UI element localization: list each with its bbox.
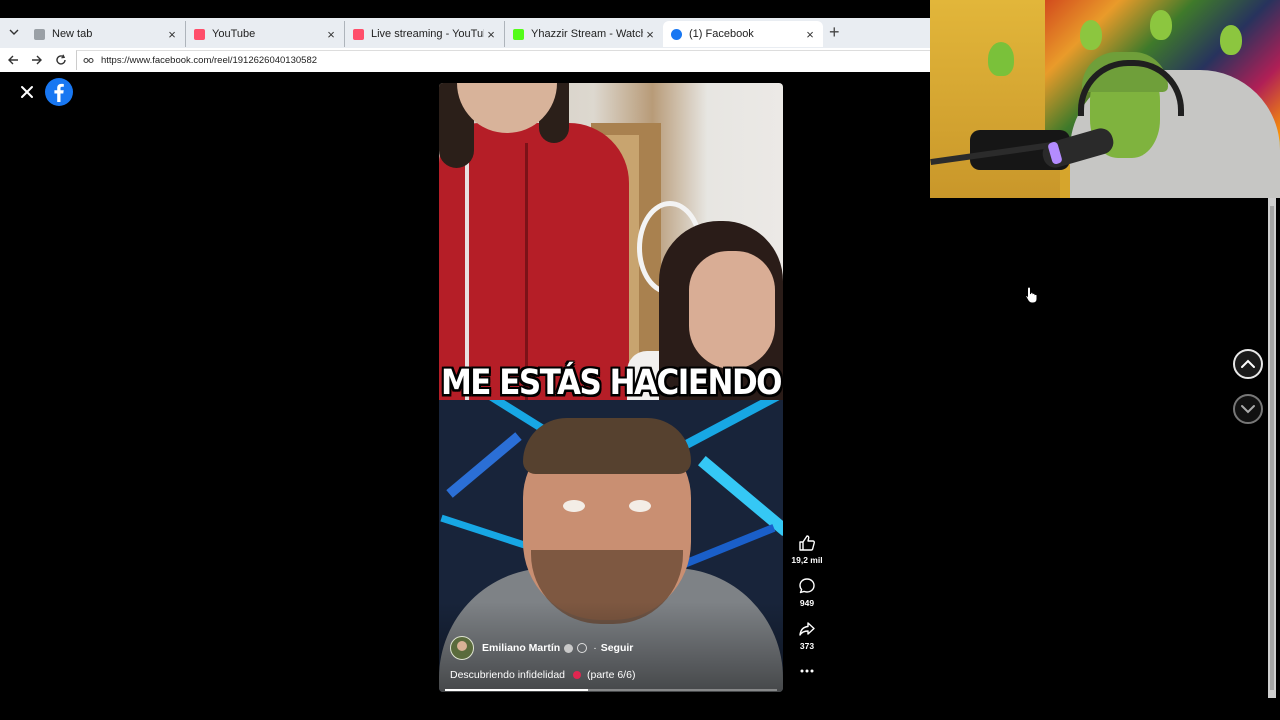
follow-button[interactable]: Seguir xyxy=(601,642,634,654)
browser-tab-strip: New tab × YouTube × Live streaming - You… xyxy=(0,18,930,48)
facebook-favicon-icon xyxy=(671,28,682,40)
hand-cursor-icon xyxy=(1025,286,1039,309)
part-label: (parte 6/6) xyxy=(587,669,636,681)
progress-fill xyxy=(445,689,588,691)
forward-icon[interactable] xyxy=(28,51,46,69)
kick-favicon-icon xyxy=(513,28,524,40)
tab-youtube-studio[interactable]: Live streaming - YouTube Studio × xyxy=(345,21,505,47)
heart-icon xyxy=(573,671,581,679)
chevron-up-icon xyxy=(1241,359,1255,368)
close-tab-icon[interactable]: × xyxy=(803,27,817,42)
share-icon xyxy=(799,622,815,636)
browser-toolbar: https://www.facebook.com/reel/1912626040… xyxy=(0,48,930,72)
tab-facebook[interactable]: (1) Facebook × xyxy=(663,21,823,47)
facebook-logo-icon[interactable] xyxy=(45,78,73,106)
like-count: 19,2 mil xyxy=(791,555,823,565)
close-tab-icon[interactable]: × xyxy=(324,27,338,42)
share-button[interactable]: 373 xyxy=(790,620,824,651)
close-tab-icon[interactable]: × xyxy=(165,27,179,42)
video-caption-overlay: ME ESTÁS HACIENDO xyxy=(440,362,783,404)
webcam-overlay xyxy=(930,0,1280,198)
more-icon xyxy=(800,669,814,673)
close-tab-icon[interactable]: × xyxy=(484,27,498,42)
tab-kick[interactable]: Yhazzir Stream - Watch Live on Kick × xyxy=(505,21,663,47)
tab-title: New tab xyxy=(52,28,93,40)
back-icon[interactable] xyxy=(4,51,22,69)
youtube-favicon-icon xyxy=(194,28,205,40)
tab-title: Live streaming - YouTube Studio xyxy=(371,28,484,40)
comment-count: 949 xyxy=(799,598,815,608)
next-reel-button[interactable] xyxy=(1233,394,1263,424)
video-scene-top xyxy=(439,83,783,411)
avatar[interactable] xyxy=(450,636,474,660)
tab-new-tab[interactable]: New tab × xyxy=(26,21,186,47)
close-icon[interactable] xyxy=(18,83,36,101)
url-text: https://www.facebook.com/reel/1912626040… xyxy=(101,55,318,66)
comment-icon xyxy=(799,578,815,594)
share-count: 373 xyxy=(799,641,815,651)
comment-button[interactable]: 949 xyxy=(790,577,824,608)
lock-icon[interactable] xyxy=(83,55,95,66)
reel-video[interactable]: ME ESTÁS HACIENDO Emiliano Martín · Segu… xyxy=(439,83,783,692)
reload-icon[interactable] xyxy=(52,51,70,69)
separator-dot: · xyxy=(593,642,597,654)
tab-search-dropdown[interactable] xyxy=(6,24,22,40)
previous-reel-button[interactable] xyxy=(1233,349,1263,379)
tab-title: YouTube xyxy=(212,28,256,40)
description-text[interactable]: Descubriendo infidelidad xyxy=(450,669,565,681)
new-tab-favicon-icon xyxy=(34,28,45,40)
verified-badge-icon xyxy=(564,643,574,653)
address-bar[interactable]: https://www.facebook.com/reel/1912626040… xyxy=(76,50,930,70)
new-tab-plus-icon[interactable]: + xyxy=(829,22,840,43)
tab-title: Yhazzir Stream - Watch Live on Kick xyxy=(531,28,643,40)
like-icon xyxy=(799,535,815,551)
video-progress-bar[interactable] xyxy=(445,689,777,691)
more-options-button[interactable] xyxy=(790,662,824,683)
tab-title: (1) Facebook xyxy=(689,28,754,40)
close-tab-icon[interactable]: × xyxy=(643,27,657,42)
chevron-down-icon xyxy=(1241,405,1255,414)
page-scrollbar[interactable] xyxy=(1268,198,1276,698)
youtube-studio-favicon-icon xyxy=(353,28,364,40)
reel-author: Emiliano Martín · Seguir xyxy=(450,636,633,660)
chevron-down-icon xyxy=(9,29,19,35)
like-button[interactable]: 19,2 mil xyxy=(790,534,824,565)
reel-description: Descubriendo infidelidad (parte 6/6) xyxy=(450,669,635,681)
author-name[interactable]: Emiliano Martín xyxy=(482,642,560,654)
globe-icon xyxy=(577,643,588,653)
tab-youtube[interactable]: YouTube × xyxy=(186,21,345,47)
